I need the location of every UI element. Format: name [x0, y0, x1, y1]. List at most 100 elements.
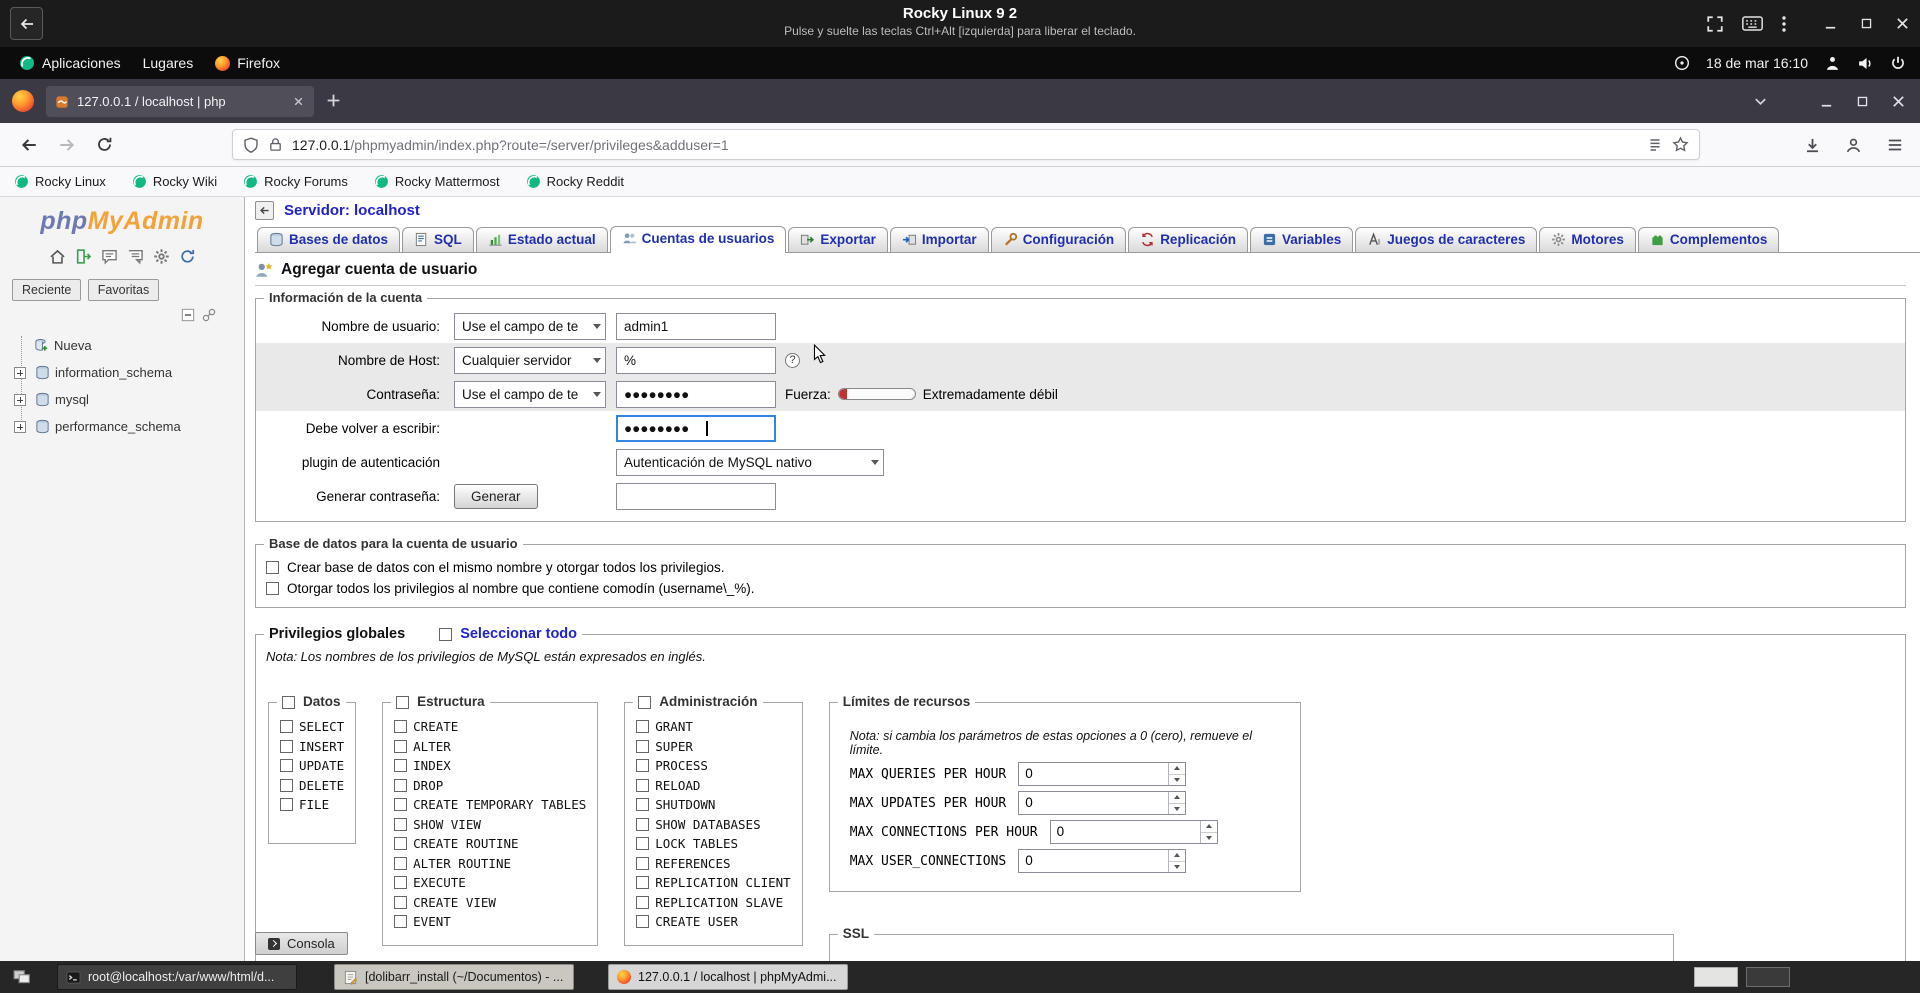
checkbox-icon[interactable]: [394, 740, 407, 753]
checkbox-icon[interactable]: [636, 759, 649, 772]
home-icon[interactable]: [49, 248, 66, 265]
select-all-checkbox[interactable]: [439, 628, 452, 641]
tab-export[interactable]: Exportar: [788, 227, 888, 252]
bookmark-rocky-reddit[interactable]: Rocky Reddit: [526, 174, 624, 189]
max-queries-input[interactable]: 0: [1018, 762, 1186, 786]
browser-minimize-icon[interactable]: [1819, 94, 1834, 109]
username-input[interactable]: [616, 313, 776, 340]
select-all-link[interactable]: Seleccionar todo: [460, 626, 577, 642]
pma-logo[interactable]: phpMyAdmin: [0, 207, 244, 236]
vm-close-icon[interactable]: [1895, 16, 1910, 31]
tab-engines[interactable]: Motores: [1539, 227, 1636, 252]
reader-mode-icon[interactable]: [1647, 137, 1663, 153]
power-icon[interactable]: [1890, 55, 1906, 71]
vm-back-button[interactable]: [10, 7, 43, 40]
spinner-buttons[interactable]: [1168, 850, 1185, 872]
refresh-icon[interactable]: [179, 248, 196, 265]
spinner-buttons[interactable]: [1168, 763, 1185, 785]
favorite-tables-button[interactable]: Favoritas: [88, 279, 159, 301]
checkbox-icon[interactable]: [394, 798, 407, 811]
checkbox-icon[interactable]: [636, 857, 649, 870]
privilege-item[interactable]: SHUTDOWN: [636, 795, 790, 815]
url-bar[interactable]: 127.0.0.1/phpmyadmin/index.php?route=/se…: [232, 129, 1700, 160]
tab-variables[interactable]: Variables: [1250, 227, 1353, 252]
privilege-item[interactable]: EVENT: [394, 912, 586, 932]
bookmark-rocky-linux[interactable]: Rocky Linux: [14, 174, 106, 189]
checkbox-icon[interactable]: [394, 720, 407, 733]
downloads-icon[interactable]: [1804, 137, 1821, 154]
tab-user-accounts[interactable]: Cuentas de usuarios: [610, 226, 787, 253]
privilege-item[interactable]: LOCK TABLES: [636, 834, 790, 854]
taskbar-window-terminal[interactable]: root@localhost:/var/www/html/d...: [57, 964, 297, 990]
tab-status[interactable]: Estado actual: [476, 227, 608, 252]
privilege-item[interactable]: DELETE: [280, 776, 344, 796]
shield-icon[interactable]: [243, 137, 259, 153]
help-icon[interactable]: ?: [785, 353, 800, 368]
fullscreen-icon[interactable]: [1706, 15, 1724, 33]
group-checkbox[interactable]: [638, 696, 651, 709]
applications-menu[interactable]: Aplicaciones: [8, 47, 132, 79]
host-type-select[interactable]: Cualquier servidor: [454, 347, 606, 374]
privilege-item[interactable]: REPLICATION CLIENT: [636, 873, 790, 893]
tree-item-performance-schema[interactable]: performance_schema: [0, 413, 244, 440]
recent-tables-button[interactable]: Reciente: [12, 279, 81, 301]
bookmark-rocky-mattermost[interactable]: Rocky Mattermost: [374, 174, 500, 189]
new-tab-button[interactable]: [325, 92, 342, 109]
list-all-tabs-button[interactable]: [1753, 94, 1768, 109]
privilege-item[interactable]: REPLICATION SLAVE: [636, 893, 790, 913]
checkbox-icon[interactable]: [394, 759, 407, 772]
vm-minimize-icon[interactable]: [1823, 16, 1838, 31]
keyboard-icon[interactable]: [1742, 16, 1763, 31]
tree-item-information-schema[interactable]: information_schema: [0, 359, 244, 386]
checkbox-icon[interactable]: [394, 896, 407, 909]
checkbox-icon[interactable]: [636, 896, 649, 909]
password-type-select[interactable]: Use el campo de te: [454, 381, 606, 408]
pma-docs-icon[interactable]: [101, 248, 118, 265]
bookmark-star-icon[interactable]: [1672, 136, 1689, 153]
status-indicator-icon[interactable]: [1674, 55, 1690, 71]
menu-icon[interactable]: [1886, 136, 1904, 154]
checkbox-icon[interactable]: [280, 759, 293, 772]
db-docs-icon[interactable]: [127, 248, 144, 265]
expand-plus-icon[interactable]: [14, 421, 26, 433]
checkbox-icon[interactable]: [394, 915, 407, 928]
tab-sql[interactable]: SQL: [402, 227, 474, 252]
connection-lock-icon[interactable]: [268, 137, 283, 152]
privilege-item[interactable]: SHOW VIEW: [394, 815, 586, 835]
checkbox-icon[interactable]: [280, 779, 293, 792]
checkbox-icon[interactable]: [636, 818, 649, 831]
workspace-switcher-active[interactable]: [1694, 967, 1738, 987]
grant-wildcard-option[interactable]: Otorgar todos los privilegios al nombre …: [256, 578, 1905, 599]
checkbox-icon[interactable]: [636, 876, 649, 889]
tab-replication[interactable]: Replicación: [1128, 227, 1248, 252]
checkbox-icon[interactable]: [636, 720, 649, 733]
spinner-buttons[interactable]: [1168, 792, 1185, 814]
places-menu[interactable]: Lugares: [132, 47, 205, 79]
workspace-switcher-other[interactable]: [1746, 967, 1790, 987]
retype-password-input[interactable]: [616, 415, 776, 442]
tab-import[interactable]: Importar: [890, 227, 989, 252]
firefox-app-menu[interactable]: Firefox: [204, 47, 291, 79]
privilege-item[interactable]: EXECUTE: [394, 873, 586, 893]
show-desktop-button[interactable]: [12, 968, 32, 986]
nav-forward-button[interactable]: [58, 136, 76, 154]
checkbox-icon[interactable]: [280, 740, 293, 753]
checkbox-icon[interactable]: [280, 720, 293, 733]
browser-maximize-icon[interactable]: [1856, 95, 1869, 108]
auth-plugin-select[interactable]: Autenticación de MySQL nativo: [616, 449, 884, 476]
logout-icon[interactable]: [75, 248, 92, 265]
tab-databases[interactable]: Bases de datos: [257, 227, 400, 252]
browser-close-icon[interactable]: [1891, 94, 1906, 109]
checkbox-icon[interactable]: [266, 561, 279, 574]
accessibility-icon[interactable]: [1824, 55, 1841, 72]
checkbox-icon[interactable]: [636, 740, 649, 753]
checkbox-icon[interactable]: [636, 837, 649, 850]
checkbox-icon[interactable]: [636, 798, 649, 811]
bookmark-rocky-forums[interactable]: Rocky Forums: [243, 174, 348, 189]
checkbox-icon[interactable]: [280, 798, 293, 811]
privilege-item[interactable]: ALTER: [394, 737, 586, 757]
host-input[interactable]: [616, 347, 776, 374]
privilege-item[interactable]: UPDATE: [280, 756, 344, 776]
vm-maximize-icon[interactable]: [1860, 17, 1873, 30]
privilege-item[interactable]: GRANT: [636, 717, 790, 737]
